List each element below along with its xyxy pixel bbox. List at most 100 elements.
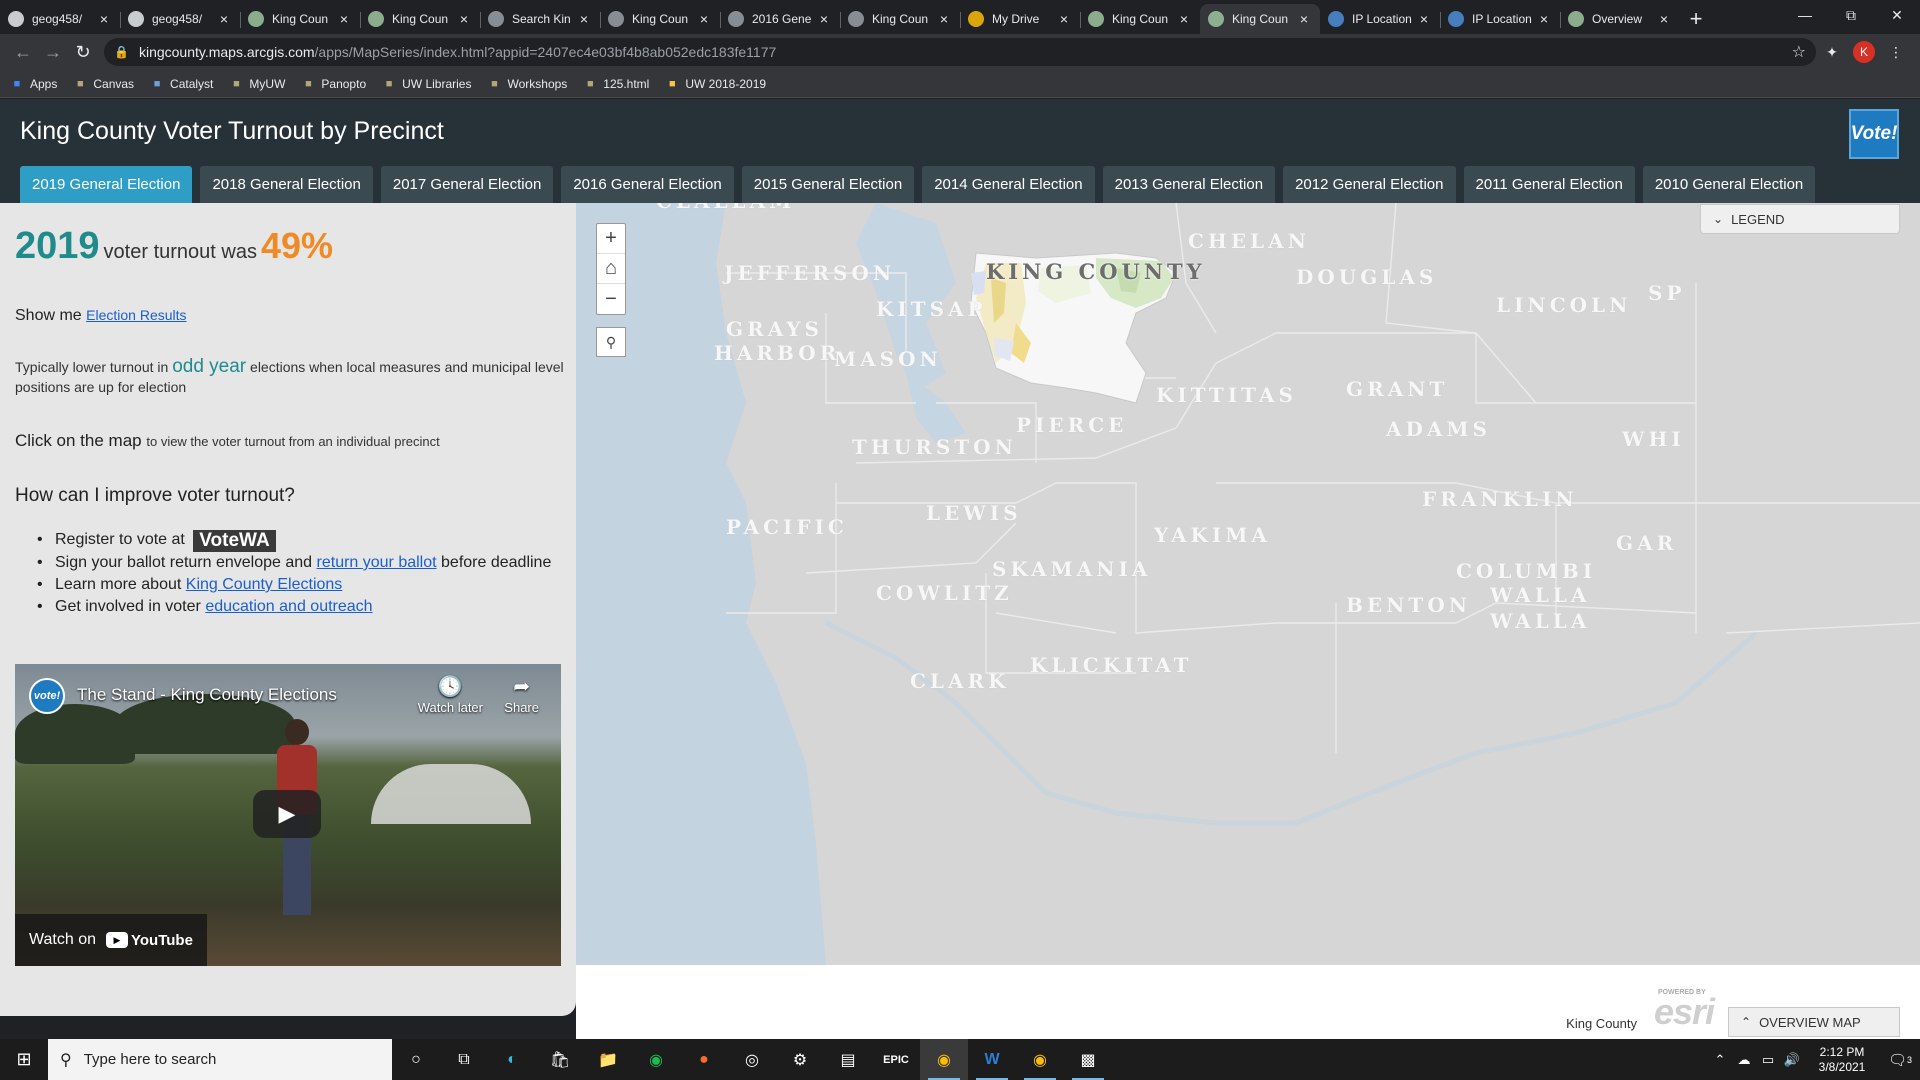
network-icon[interactable]: ▭ [1756,1052,1780,1068]
restore-icon[interactable]: ⧉ [1828,0,1874,30]
votewa-logo[interactable]: VoteWA [193,530,276,552]
minimize-icon[interactable]: — [1782,0,1828,30]
browser-tab[interactable]: King Coun × [840,4,960,34]
watch-later-button[interactable]: 🕓 Watch later [418,674,483,715]
windows-start-icon[interactable]: ⊞ [0,1039,48,1080]
tab-election-4[interactable]: 2015 General Election [741,166,915,203]
store-icon[interactable]: 🛍 [536,1039,584,1080]
close-tab-icon[interactable]: × [216,11,232,27]
tab-election-9[interactable]: 2010 General Election [1642,166,1816,203]
browser-tab[interactable]: IP Location × [1440,4,1560,34]
bookmark-item[interactable]: ■ Catalyst [150,77,214,91]
browser-tab[interactable]: King Coun × [1080,4,1200,34]
browser-tab[interactable]: King Coun × [240,4,360,34]
browser-tab[interactable]: geog458/ × [120,4,240,34]
browser-tab[interactable]: IP Location × [1320,4,1440,34]
chevron-up-icon[interactable]: ⌃ [1708,1052,1732,1068]
onedrive-icon[interactable]: ☁ [1732,1052,1756,1068]
browser-menu-icon[interactable]: ⋮ [1880,37,1912,67]
return-ballot-link[interactable]: return your ballot [317,554,437,571]
browser-tab[interactable]: 2016 Gene × [720,4,840,34]
bookmark-item[interactable]: ■ UW 2018-2019 [665,77,766,91]
close-tab-icon[interactable]: × [1416,11,1432,27]
close-tab-icon[interactable]: × [96,11,112,27]
watch-on-youtube-button[interactable]: Watch on ▶ YouTube [15,914,207,966]
home-icon[interactable]: ⌂ [597,254,625,284]
back-icon[interactable]: ← [8,37,38,67]
overview-map-toggle[interactable]: ⌃ OVERVIEW MAP [1728,1007,1900,1037]
close-tab-icon[interactable]: × [816,11,832,27]
close-tab-icon[interactable]: × [1656,11,1672,27]
browser-tab[interactable]: My Drive × [960,4,1080,34]
address-bar[interactable]: 🔒 kingcounty.maps.arcgis.com/apps/MapSer… [104,38,1816,66]
epic-games-icon[interactable]: EPIC [872,1039,920,1080]
close-tab-icon[interactable]: × [1536,11,1552,27]
origin-icon[interactable]: ● [680,1039,728,1080]
close-tab-icon[interactable]: × [696,11,712,27]
terminal-icon[interactable]: ▩ [1064,1039,1112,1080]
tab-election-3[interactable]: 2016 General Election [561,166,734,203]
map-view[interactable]: CLALLAM JEFFERSON CHELAN DOUGLAS LINCOLN KING… [576,203,1920,965]
bookmark-item[interactable]: ■ Workshops [487,77,567,91]
spotify-icon[interactable]: ◉ [632,1039,680,1080]
chrome-icon[interactable]: ◉ [920,1039,968,1080]
bookmark-item[interactable]: ■ UW Libraries [382,77,472,91]
close-tab-icon[interactable]: × [576,11,592,27]
close-window-icon[interactable]: ✕ [1874,0,1920,30]
tab-election-0[interactable]: 2019 General Election [20,166,193,203]
tab-election-7[interactable]: 2012 General Election [1283,166,1456,203]
cortana-icon[interactable]: ○ [392,1039,440,1080]
close-tab-icon[interactable]: × [1056,11,1072,27]
clock[interactable]: 2:12 PM 3/8/2021 [1804,1045,1880,1075]
tab-election-5[interactable]: 2014 General Election [922,166,1095,203]
close-tab-icon[interactable]: × [1296,11,1312,27]
bookmark-item[interactable]: ■ MyUW [229,77,285,91]
education-outreach-link[interactable]: education and outreach [205,598,372,615]
tab-election-2[interactable]: 2017 General Election [380,166,554,203]
map-search-icon[interactable]: ⚲ [596,327,626,357]
bookmark-star-icon[interactable]: ☆ [1792,42,1806,62]
video-title[interactable]: The Stand - King County Elections [77,685,337,705]
reload-icon[interactable]: ↻ [68,37,98,67]
channel-logo[interactable]: vote! [29,678,65,714]
edge-icon[interactable]: ◐ [488,1039,536,1080]
youtube-embed[interactable]: vote! The Stand - King County Elections … [15,664,561,966]
close-tab-icon[interactable]: × [336,11,352,27]
browser-tab[interactable]: geog458/ × [0,4,120,34]
vote-logo[interactable]: Vote! [1849,109,1899,159]
ubisoft-icon[interactable]: ◎ [728,1039,776,1080]
file-explorer-icon[interactable]: 📁 [584,1039,632,1080]
taskbar-search-box[interactable]: ⚲ Type here to search [48,1039,392,1080]
lock-icon[interactable]: 🔒 [114,45,129,59]
word-icon[interactable]: W [968,1039,1016,1080]
zoom-in-icon[interactable]: + [597,224,625,254]
forward-icon[interactable]: → [38,37,68,67]
esri-logo[interactable]: POWERED BY esri [1654,989,1715,1033]
share-button[interactable]: ➦ Share [504,674,539,715]
profile-avatar[interactable]: K [1848,37,1880,67]
legend-toggle[interactable]: ⌄ LEGEND [1700,204,1900,234]
extensions-puzzle-icon[interactable]: ✦ [1816,37,1848,67]
browser-tab[interactable]: King Coun × [1200,4,1320,34]
close-tab-icon[interactable]: × [1176,11,1192,27]
tab-election-1[interactable]: 2018 General Election [200,166,373,203]
zoom-out-icon[interactable]: − [597,284,625,314]
new-tab-icon[interactable]: + [1680,4,1712,34]
bookmark-item[interactable]: ■ Apps [10,77,58,91]
discord-icon[interactable]: ▤ [824,1039,872,1080]
task-view-icon[interactable]: ⧉ [440,1039,488,1080]
close-tab-icon[interactable]: × [456,11,472,27]
king-county-elections-link[interactable]: King County Elections [186,576,343,593]
play-button[interactable]: ▶ [253,790,321,838]
tab-election-6[interactable]: 2013 General Election [1102,166,1276,203]
browser-tab[interactable]: Search Kin × [480,4,600,34]
browser-tab[interactable]: Overview × [1560,4,1680,34]
close-tab-icon[interactable]: × [936,11,952,27]
bookmark-item[interactable]: ■ 125.html [583,77,649,91]
notification-icon[interactable]: 🗨 3 [1880,1051,1920,1069]
tab-election-8[interactable]: 2011 General Election [1463,166,1635,203]
steam-icon[interactable]: ⚙ [776,1039,824,1080]
bookmark-item[interactable]: ■ Canvas [73,77,134,91]
bookmark-item[interactable]: ■ Panopto [301,77,366,91]
volume-icon[interactable]: 🔊 [1780,1052,1804,1068]
